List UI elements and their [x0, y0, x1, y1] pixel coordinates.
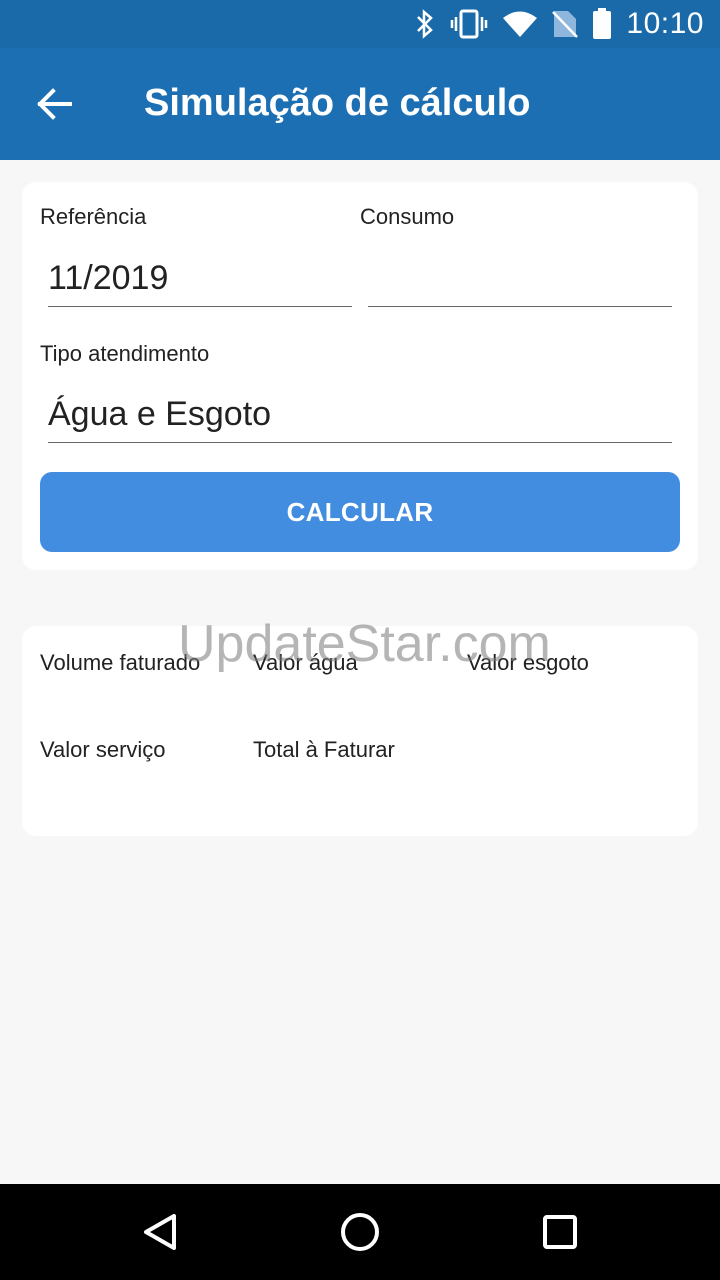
back-button[interactable] — [26, 78, 82, 130]
arrow-left-icon — [37, 88, 72, 120]
tipo-atendimento-select[interactable]: Água e Esgoto — [48, 380, 672, 443]
back-triangle-icon[interactable] — [136, 1208, 184, 1256]
navigation-bar — [0, 1184, 720, 1280]
consumo-field[interactable] — [368, 244, 672, 307]
referencia-label: Referência — [40, 204, 147, 229]
app-bar: Simulação de cálculo — [0, 48, 720, 160]
valor-servico-label: Valor serviço — [40, 737, 166, 762]
tipo-atendimento-label: Tipo atendimento — [40, 341, 210, 366]
calculation-form-card: Referência Consumo 11/2019 Tipo atendime… — [22, 182, 698, 570]
result-card: Volume faturado Valor água Valor esgoto … — [22, 626, 698, 836]
referencia-field[interactable]: 11/2019 — [48, 244, 352, 307]
vibrate-icon — [451, 9, 488, 39]
recents-square-icon[interactable] — [536, 1208, 584, 1256]
page-title: Simulação de cálculo — [144, 82, 531, 124]
bluetooth-icon — [417, 9, 434, 39]
valor-esgoto-label: Valor esgoto — [467, 650, 589, 675]
wifi-icon — [503, 11, 538, 37]
calcular-button[interactable]: CALCULAR — [40, 472, 680, 552]
tipo-atendimento-value: Água e Esgoto — [48, 395, 272, 433]
no-sim-icon — [552, 11, 579, 38]
battery-icon — [593, 8, 612, 39]
volume-faturado-label: Volume faturado — [40, 650, 201, 675]
valor-agua-label: Valor água — [253, 650, 358, 675]
referencia-value: 11/2019 — [48, 259, 169, 297]
total-faturar-label: Total à Faturar — [253, 737, 395, 762]
status-bar: 10:10 — [0, 0, 720, 48]
home-circle-icon[interactable] — [336, 1208, 384, 1256]
status-time: 10:10 — [626, 7, 704, 40]
consumo-label: Consumo — [360, 204, 455, 229]
